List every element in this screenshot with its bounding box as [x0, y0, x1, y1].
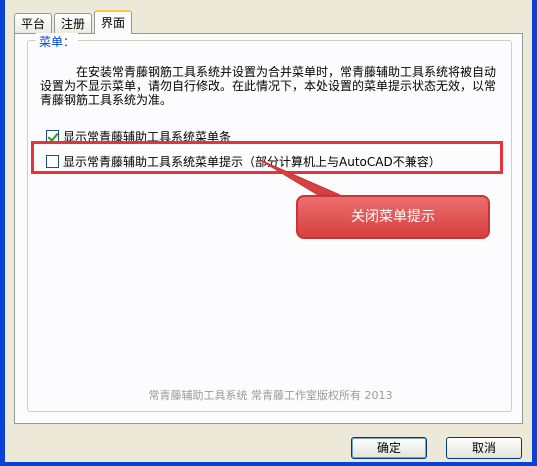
ok-button[interactable]: 确定 — [351, 437, 427, 459]
cancel-button[interactable]: 取消 — [446, 437, 522, 459]
tab-interface[interactable]: 界面 — [94, 10, 133, 34]
callout-label: 关闭菜单提示 — [296, 195, 490, 239]
